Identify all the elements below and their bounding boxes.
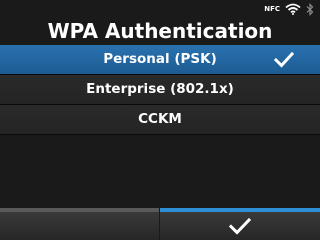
wifi-icon [285,3,301,15]
option-list: Personal (PSK) Enterprise (802.1x) CCKM [0,45,320,135]
checkmark-icon [274,51,294,68]
checkmark-icon [229,217,251,235]
status-icons: NFC [264,2,314,16]
option-cckm[interactable]: CCKM [0,105,320,135]
nfc-icon: NFC [264,5,280,13]
page-title: WPA Authentication [47,19,273,43]
option-label: CCKM [138,111,182,127]
option-personal-psk[interactable]: Personal (PSK) [0,45,320,75]
list-empty-area [0,135,320,207]
back-button[interactable] [0,208,159,240]
status-bar: NFC [0,0,320,18]
option-label: Personal (PSK) [103,51,217,67]
option-label: Enterprise (802.1x) [86,81,234,97]
bottom-bar [0,208,320,240]
confirm-button[interactable] [160,208,320,240]
bluetooth-icon [306,2,314,16]
option-enterprise-8021x[interactable]: Enterprise (802.1x) [0,75,320,105]
